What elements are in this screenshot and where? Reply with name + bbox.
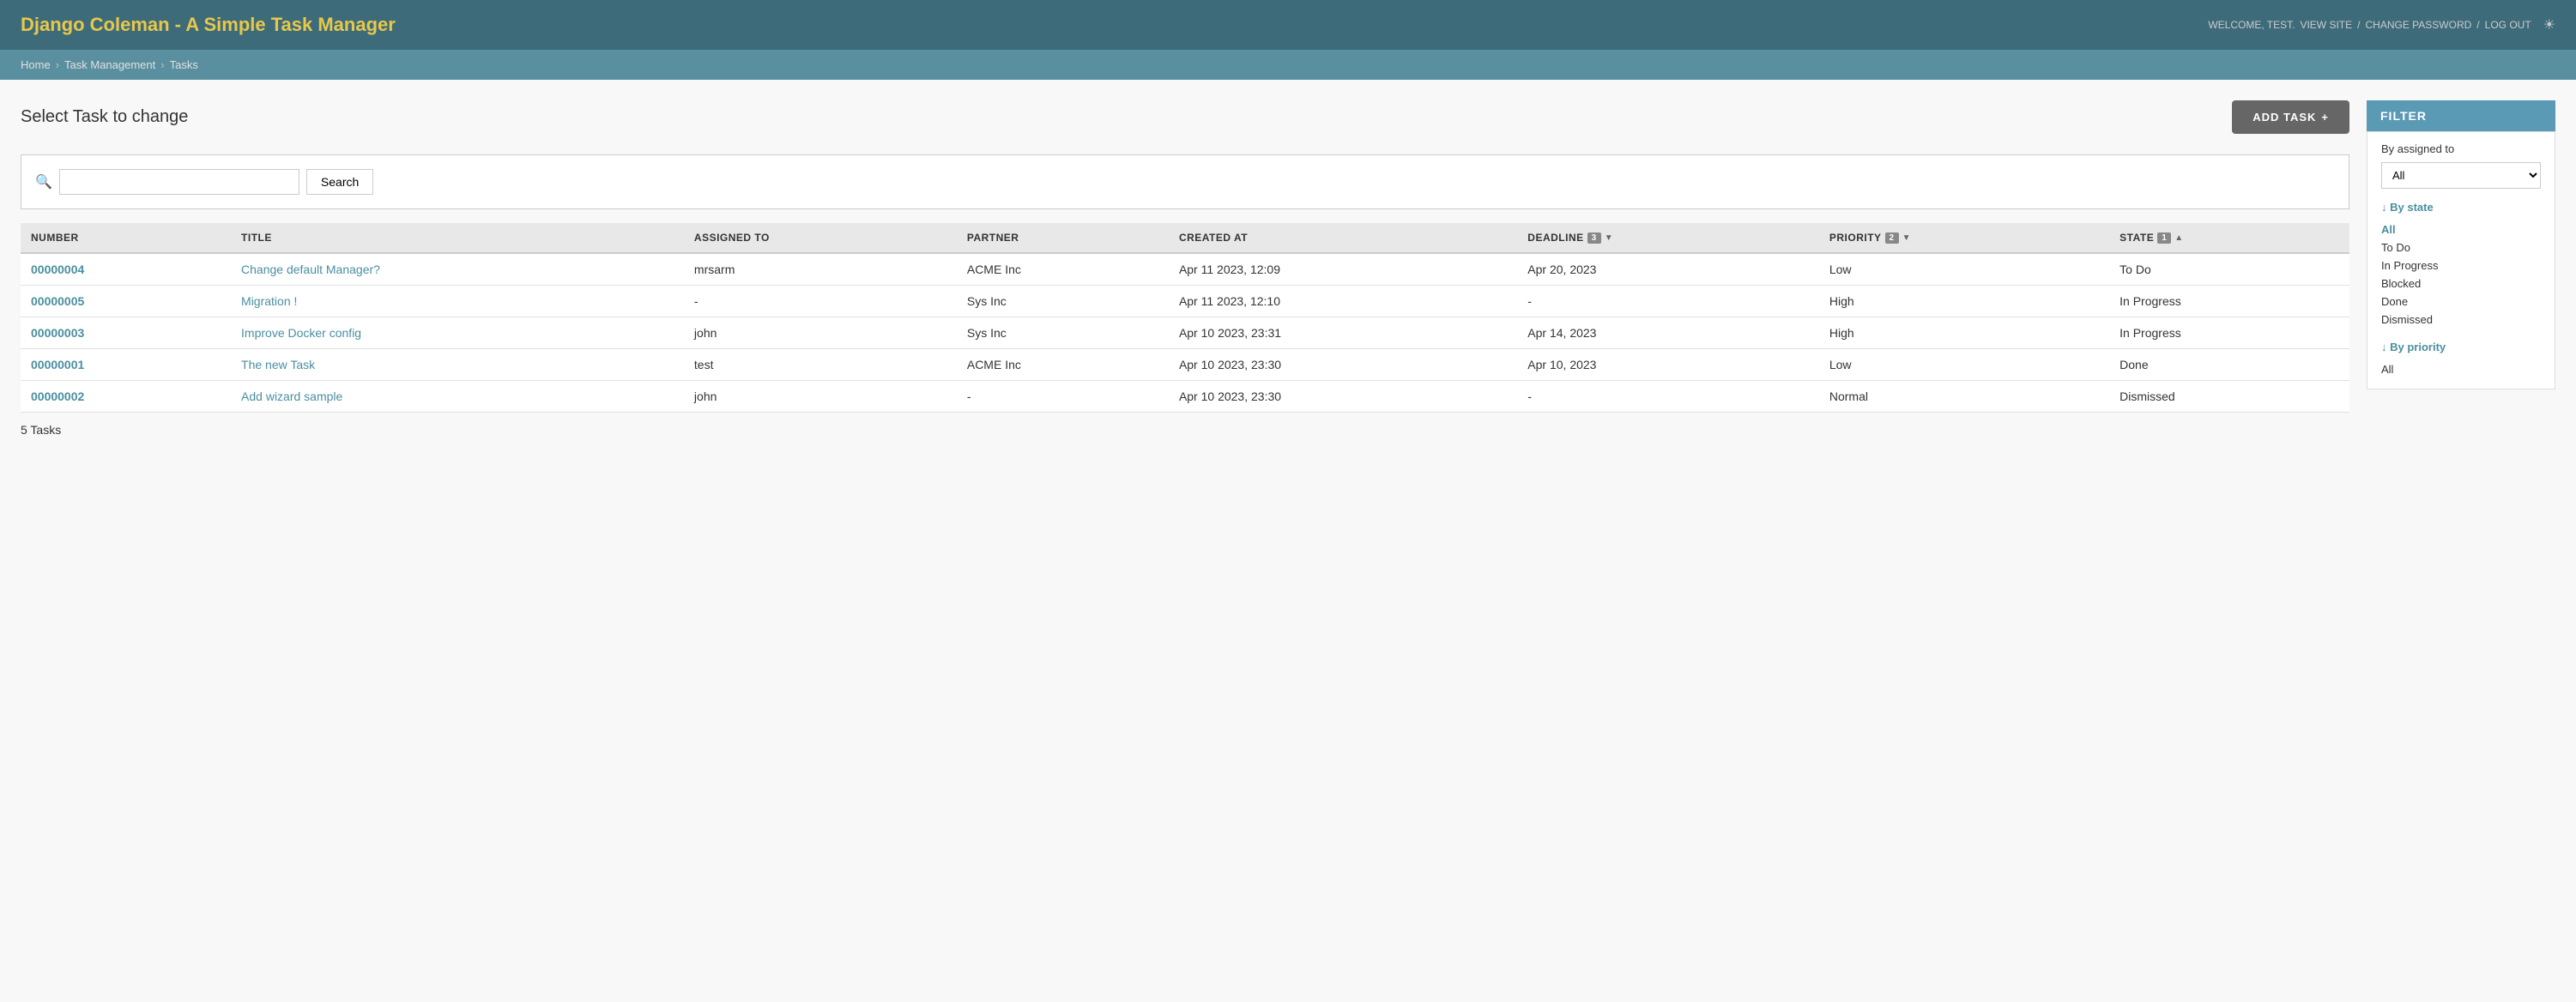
cell-title[interactable]: Add wizard sample xyxy=(231,381,684,413)
col-created-at[interactable]: CREATED AT xyxy=(1169,223,1517,253)
cell-partner: ACME Inc xyxy=(957,253,1169,286)
header-nav: WELCOME, TEST. VIEW SITE / CHANGE PASSWO… xyxy=(2208,16,2555,33)
table-row: 00000003 Improve Docker config john Sys … xyxy=(21,317,2349,349)
cell-priority: High xyxy=(1819,286,2109,317)
cell-state: In Progress xyxy=(2109,286,2349,317)
cell-title[interactable]: Change default Manager? xyxy=(231,253,684,286)
cell-priority: High xyxy=(1819,317,2109,349)
filter-state-item[interactable]: Done xyxy=(2381,293,2541,311)
add-task-icon: + xyxy=(2321,111,2329,124)
col-title[interactable]: TITLE xyxy=(231,223,684,253)
cell-created-at: Apr 10 2023, 23:30 xyxy=(1169,349,1517,381)
col-assigned-to[interactable]: ASSIGNED TO xyxy=(684,223,957,253)
table-row: 00000005 Migration ! - Sys Inc Apr 11 20… xyxy=(21,286,2349,317)
filter-assigned-select[interactable]: All john mrsarm test xyxy=(2381,162,2541,189)
col-priority[interactable]: PRIORITY 2 ▼ xyxy=(1819,223,2109,253)
search-row: 🔍 Search xyxy=(21,154,2349,209)
cell-deadline: - xyxy=(1517,381,1819,413)
filter-priority-list: All xyxy=(2381,360,2541,378)
filter-assigned-label: By assigned to xyxy=(2381,142,2541,155)
page-title: Select Task to change xyxy=(21,107,188,127)
cell-state: Done xyxy=(2109,349,2349,381)
table-row: 00000001 The new Task test ACME Inc Apr … xyxy=(21,349,2349,381)
cell-created-at: Apr 11 2023, 12:10 xyxy=(1169,286,1517,317)
task-table: NUMBER TITLE ASSIGNED TO PARTNER CREATED… xyxy=(21,223,2349,413)
filter-state-item[interactable]: All xyxy=(2381,220,2541,238)
cell-assigned-to: test xyxy=(684,349,957,381)
cell-state: To Do xyxy=(2109,253,2349,286)
task-count: 5 Tasks xyxy=(21,413,2349,447)
filter-state-label[interactable]: ↓ By state xyxy=(2381,201,2541,214)
view-site-link[interactable]: VIEW SITE xyxy=(2300,19,2352,31)
filter-state-item[interactable]: To Do xyxy=(2381,238,2541,257)
cell-created-at: Apr 10 2023, 23:31 xyxy=(1169,317,1517,349)
cell-deadline: Apr 14, 2023 xyxy=(1517,317,1819,349)
filter-section: By assigned to All john mrsarm test ↓ By… xyxy=(2367,131,2555,389)
cell-assigned-to: mrsarm xyxy=(684,253,957,286)
app-title: Django Coleman - A Simple Task Manager xyxy=(21,14,396,36)
table-body: 00000004 Change default Manager? mrsarm … xyxy=(21,253,2349,413)
cell-created-at: Apr 10 2023, 23:30 xyxy=(1169,381,1517,413)
cell-priority: Low xyxy=(1819,253,2109,286)
cell-title[interactable]: Improve Docker config xyxy=(231,317,684,349)
cell-number[interactable]: 00000003 xyxy=(21,317,231,349)
page-title-row: Select Task to change ADD TASK + xyxy=(21,100,2349,134)
table-row: 00000004 Change default Manager? mrsarm … xyxy=(21,253,2349,286)
cell-partner: - xyxy=(957,381,1169,413)
filter-priority-item[interactable]: All xyxy=(2381,360,2541,378)
main-container: Select Task to change ADD TASK + 🔍 Searc… xyxy=(0,80,2576,996)
cell-number[interactable]: 00000002 xyxy=(21,381,231,413)
add-task-button[interactable]: ADD TASK + xyxy=(2232,100,2349,134)
filter-state-item[interactable]: Dismissed xyxy=(2381,311,2541,329)
col-deadline[interactable]: DEADLINE 3 ▼ xyxy=(1517,223,1819,253)
cell-deadline: Apr 10, 2023 xyxy=(1517,349,1819,381)
cell-state: In Progress xyxy=(2109,317,2349,349)
cell-deadline: - xyxy=(1517,286,1819,317)
cell-assigned-to: john xyxy=(684,317,957,349)
table-head: NUMBER TITLE ASSIGNED TO PARTNER CREATED… xyxy=(21,223,2349,253)
breadcrumb-current: Tasks xyxy=(170,58,198,71)
filter-header: FILTER xyxy=(2367,100,2555,131)
cell-created-at: Apr 11 2023, 12:09 xyxy=(1169,253,1517,286)
welcome-text: WELCOME, TEST. xyxy=(2208,19,2295,31)
search-input[interactable] xyxy=(59,169,299,195)
filter-sidebar: FILTER By assigned to All john mrsarm te… xyxy=(2367,100,2555,975)
cell-number[interactable]: 00000005 xyxy=(21,286,231,317)
filter-priority-label[interactable]: ↓ By priority xyxy=(2381,341,2541,353)
cell-priority: Low xyxy=(1819,349,2109,381)
table-row: 00000002 Add wizard sample john - Apr 10… xyxy=(21,381,2349,413)
breadcrumb: Home › Task Management › Tasks xyxy=(0,50,2576,80)
header: Django Coleman - A Simple Task Manager W… xyxy=(0,0,2576,50)
cell-assigned-to: john xyxy=(684,381,957,413)
search-icon: 🔍 xyxy=(35,173,52,190)
theme-icon[interactable]: ☀ xyxy=(2543,16,2555,33)
filter-state-item[interactable]: Blocked xyxy=(2381,275,2541,293)
cell-partner: Sys Inc xyxy=(957,317,1169,349)
filter-state-list: AllTo DoIn ProgressBlockedDoneDismissed xyxy=(2381,220,2541,329)
breadcrumb-section[interactable]: Task Management xyxy=(64,58,155,71)
log-out-link[interactable]: LOG OUT xyxy=(2485,19,2531,31)
cell-number[interactable]: 00000004 xyxy=(21,253,231,286)
change-password-link[interactable]: CHANGE PASSWORD xyxy=(2366,19,2472,31)
search-button[interactable]: Search xyxy=(306,169,373,195)
col-number[interactable]: NUMBER xyxy=(21,223,231,253)
cell-partner: ACME Inc xyxy=(957,349,1169,381)
cell-deadline: Apr 20, 2023 xyxy=(1517,253,1819,286)
content-area: Select Task to change ADD TASK + 🔍 Searc… xyxy=(21,100,2349,975)
cell-assigned-to: - xyxy=(684,286,957,317)
col-state[interactable]: STATE 1 ▲ xyxy=(2109,223,2349,253)
cell-state: Dismissed xyxy=(2109,381,2349,413)
cell-priority: Normal xyxy=(1819,381,2109,413)
cell-partner: Sys Inc xyxy=(957,286,1169,317)
cell-number[interactable]: 00000001 xyxy=(21,349,231,381)
cell-title[interactable]: The new Task xyxy=(231,349,684,381)
cell-title[interactable]: Migration ! xyxy=(231,286,684,317)
filter-state-item[interactable]: In Progress xyxy=(2381,257,2541,275)
col-partner[interactable]: PARTNER xyxy=(957,223,1169,253)
breadcrumb-home[interactable]: Home xyxy=(21,58,51,71)
add-task-label: ADD TASK xyxy=(2252,111,2316,124)
